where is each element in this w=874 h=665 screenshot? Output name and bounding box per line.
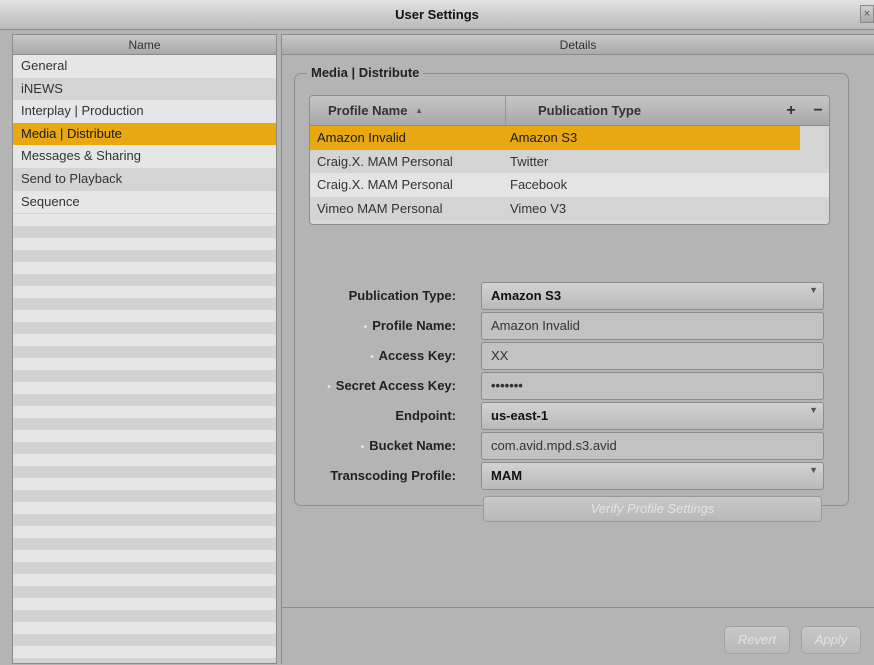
verify-profile-settings-button[interactable]: Verify Profile Settings [483,496,822,522]
apply-button[interactable]: Apply [801,626,861,654]
table-header: Profile Name ▲ Publication Type + − [310,96,829,126]
secret-access-key-row: • Secret Access Key: ••••••• [295,372,848,400]
secret-access-key-label: • Secret Access Key: [327,378,456,393]
dialog-footer: Revert Apply [282,607,874,665]
nav-item-sequence[interactable]: Sequence [13,190,276,214]
name-column-header[interactable]: Name [13,35,276,55]
required-marker: • [327,382,331,393]
bucket-name-row: • Bucket Name: com.avid.mpd.s3.avid [295,432,848,460]
settings-category-panel: Name General iNEWS Interplay | Productio… [12,34,277,664]
publication-type-label: Publication Type: [348,288,456,303]
nav-item-messages-sharing[interactable]: Messages & Sharing [13,145,276,168]
table-row[interactable]: Craig.X. MAM Personal Twitter [310,149,829,173]
remove-profile-button[interactable]: − [809,102,827,120]
profile-name-field[interactable]: Amazon Invalid [481,312,824,340]
settings-category-list: General iNEWS Interplay | Production Med… [13,55,276,214]
transcoding-profile-row: Transcoding Profile: MAM ▼ [295,462,848,490]
access-key-field[interactable]: XX [481,342,824,370]
profile-name-column-header[interactable]: Profile Name ▲ [310,96,506,126]
dropdown-arrow-icon: ▼ [809,465,818,475]
nav-item-media-distribute[interactable]: Media | Distribute [13,122,276,146]
table-row[interactable]: Craig.X. MAM Personal Facebook [310,173,829,197]
window-title: User Settings [395,7,479,22]
secret-access-key-field[interactable]: ••••••• [481,372,824,400]
nav-item-interplay-production[interactable]: Interplay | Production [13,100,276,123]
profiles-table: Profile Name ▲ Publication Type + − Amaz… [309,95,830,225]
required-marker: • [360,442,365,453]
close-icon[interactable]: × [860,5,874,23]
publication-type-select[interactable]: Amazon S3 ▼ [481,282,824,310]
title-bar: User Settings × [0,0,874,30]
publication-type-column-header[interactable]: Publication Type [506,96,782,126]
user-settings-window: User Settings × Name General iNEWS Inter… [0,0,874,665]
publication-type-row: Publication Type: Amazon S3 ▼ [295,282,848,310]
transcoding-profile-label: Transcoding Profile: [330,468,456,483]
access-key-row: • Access Key: XX [295,342,848,370]
bucket-name-field[interactable]: com.avid.mpd.s3.avid [481,432,824,460]
endpoint-row: Endpoint: us-east-1 ▼ [295,402,848,430]
nav-item-general[interactable]: General [13,55,276,78]
sort-ascending-icon: ▲ [415,105,424,115]
profile-name-row: • Profile Name: Amazon Invalid [295,312,848,340]
endpoint-select[interactable]: us-east-1 ▼ [481,402,824,430]
revert-button[interactable]: Revert [724,626,790,654]
group-title: Media | Distribute [307,65,424,80]
add-profile-button[interactable]: + [782,102,800,120]
nav-item-inews[interactable]: iNEWS [13,77,276,101]
table-row[interactable]: Vimeo MAM Personal Vimeo V3 [310,196,829,220]
required-marker: • [363,322,368,333]
profile-name-label: • Profile Name: [363,318,456,333]
bucket-name-label: • Bucket Name: [360,438,456,453]
endpoint-label: Endpoint: [395,408,456,423]
empty-list-area [13,214,276,663]
transcoding-profile-select[interactable]: MAM ▼ [481,462,824,490]
nav-item-send-to-playback[interactable]: Send to Playback [13,167,276,191]
dropdown-arrow-icon: ▼ [809,285,818,295]
details-panel: Details Media | Distribute Profile Name … [281,34,874,665]
dropdown-arrow-icon: ▼ [809,405,818,415]
required-marker: • [370,352,374,363]
table-row[interactable]: Amazon Invalid Amazon S3 [310,126,829,150]
access-key-label: • Access Key: [370,348,456,363]
media-distribute-group: Media | Distribute Profile Name ▲ Public… [294,65,849,522]
details-header: Details [282,35,874,55]
